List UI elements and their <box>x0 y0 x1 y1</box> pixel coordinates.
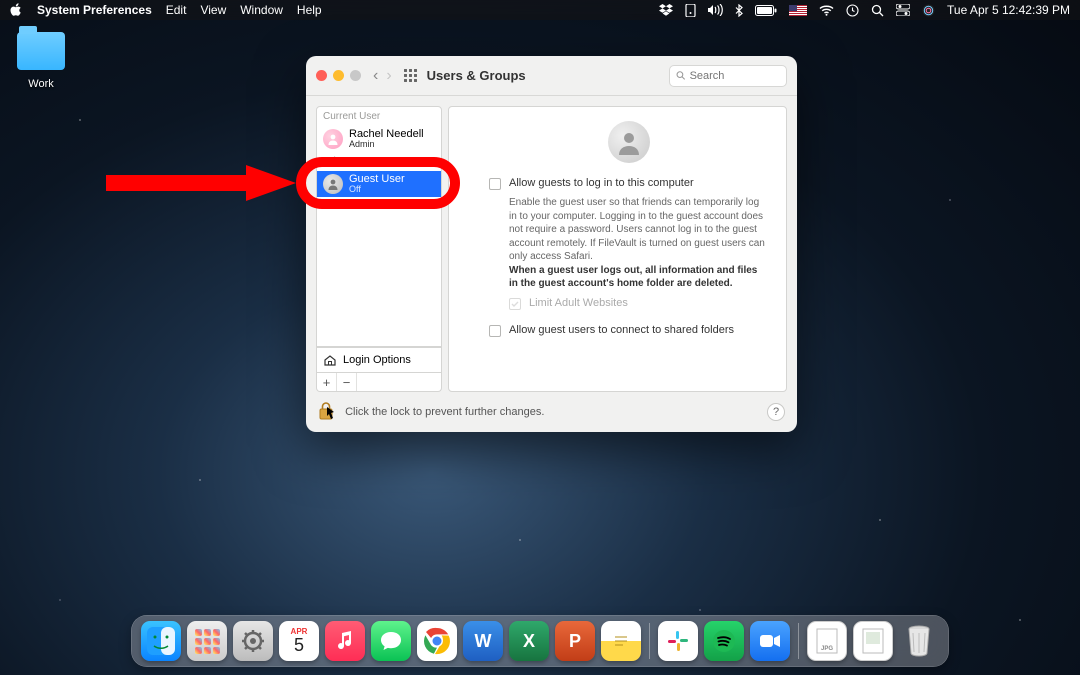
dock-app-launchpad[interactable] <box>187 621 227 661</box>
zoom-window-button[interactable] <box>350 70 361 81</box>
input-source-flag-icon[interactable] <box>789 5 807 16</box>
annotation-arrow-icon <box>106 165 296 201</box>
dock-app-notes[interactable] <box>601 621 641 661</box>
wifi-icon[interactable] <box>819 5 834 16</box>
dock-trash[interactable] <box>899 621 939 661</box>
dock-app-slack[interactable] <box>658 621 698 661</box>
dock-file-2[interactable] <box>853 621 893 661</box>
close-window-button[interactable] <box>316 70 327 81</box>
dock-app-word[interactable]: W <box>463 621 503 661</box>
remove-user-button[interactable]: − <box>337 373 357 391</box>
menubar-clock[interactable]: Tue Apr 5 12:42:39 PM <box>947 3 1070 17</box>
traffic-lights <box>316 70 361 81</box>
current-user-row[interactable]: Rachel Needell Admin <box>317 126 441 152</box>
dropbox-icon[interactable] <box>659 4 673 16</box>
add-remove-user-controls: + − <box>316 373 442 392</box>
search-field[interactable] <box>669 65 787 87</box>
limit-adult-websites-checkbox <box>509 298 521 310</box>
window-toolbar: ‹ › Users & Groups <box>306 56 797 96</box>
dock-app-excel[interactable]: X <box>509 621 549 661</box>
menubar-menu-view[interactable]: View <box>200 3 226 17</box>
window-title: Users & Groups <box>427 68 526 83</box>
dock-separator <box>798 623 799 659</box>
dock-app-messages[interactable] <box>371 621 411 661</box>
menubar-menu-window[interactable]: Window <box>240 3 283 17</box>
add-user-button[interactable]: + <box>317 373 337 391</box>
spotlight-icon[interactable] <box>871 4 884 17</box>
menubar: System Preferences Edit View Window Help… <box>0 0 1080 20</box>
forward-button[interactable]: › <box>384 67 393 85</box>
search-input[interactable] <box>690 70 780 82</box>
calendar-day: 5 <box>294 636 304 654</box>
bluetooth-icon[interactable] <box>735 4 743 17</box>
backup-icon[interactable] <box>685 4 696 17</box>
guest-large-avatar-icon <box>608 121 650 163</box>
dock-app-chrome[interactable] <box>417 621 457 661</box>
dock: APR 5 W X P JPG <box>131 615 949 667</box>
dock-app-music[interactable] <box>325 621 365 661</box>
minimize-window-button[interactable] <box>333 70 344 81</box>
menubar-menu-edit[interactable]: Edit <box>166 3 187 17</box>
guest-help-text: Enable the guest user so that friends ca… <box>509 196 768 291</box>
guest-avatar-icon <box>323 174 343 194</box>
guest-user-status: Off <box>349 185 405 195</box>
current-user-role: Admin <box>349 140 424 150</box>
control-center-icon[interactable] <box>896 4 910 16</box>
dock-file-1[interactable]: JPG <box>807 621 847 661</box>
search-icon <box>676 70 686 81</box>
dock-app-spotify[interactable] <box>704 621 744 661</box>
lock-bar: Click the lock to prevent further change… <box>306 392 797 432</box>
desktop-folder-work[interactable]: Work <box>12 32 70 92</box>
volume-icon[interactable] <box>708 4 723 16</box>
timemachine-icon[interactable] <box>846 4 859 17</box>
guest-user-detail-pane: Allow guests to log in to this computer … <box>448 106 787 392</box>
allow-guest-login-label: Allow guests to log in to this computer <box>509 177 694 189</box>
allow-shared-folders-label: Allow guest users to connect to shared f… <box>509 324 734 336</box>
dock-app-zoom[interactable] <box>750 621 790 661</box>
dock-app-powerpoint[interactable]: P <box>555 621 595 661</box>
user-avatar-icon <box>323 129 343 149</box>
users-sidebar: Current User Rachel Needell Admin Other … <box>316 106 442 392</box>
svg-text:JPG: JPG <box>821 646 833 652</box>
other-users-header: Other Users <box>317 152 441 171</box>
desktop-folder-label: Work <box>28 78 53 90</box>
house-icon <box>323 353 337 367</box>
allow-shared-folders-checkbox[interactable] <box>489 325 501 337</box>
login-options-label: Login Options <box>343 354 411 366</box>
guest-user-row[interactable]: Guest User Off <box>317 171 441 197</box>
apple-menu-icon[interactable] <box>10 3 23 17</box>
dock-app-system-preferences[interactable] <box>233 621 273 661</box>
battery-icon[interactable] <box>755 5 777 16</box>
current-user-header: Current User <box>317 107 441 126</box>
show-all-prefs-button[interactable] <box>404 69 417 82</box>
folder-icon <box>17 32 65 70</box>
help-button[interactable]: ? <box>767 403 785 421</box>
lock-text: Click the lock to prevent further change… <box>345 406 544 418</box>
dock-app-calendar[interactable]: APR 5 <box>279 621 319 661</box>
nav-buttons: ‹ › <box>371 67 394 85</box>
menubar-app-name[interactable]: System Preferences <box>37 3 152 17</box>
allow-guest-login-checkbox[interactable] <box>489 178 501 190</box>
login-options-row[interactable]: Login Options <box>316 347 442 373</box>
back-button[interactable]: ‹ <box>371 67 380 85</box>
siri-icon[interactable] <box>922 4 935 17</box>
dock-separator <box>649 623 650 659</box>
limit-adult-websites-label: Limit Adult Websites <box>529 297 628 309</box>
system-preferences-window: ‹ › Users & Groups Current User Rachel N… <box>306 56 797 432</box>
lock-icon[interactable] <box>318 401 337 424</box>
dock-app-finder[interactable] <box>141 621 181 661</box>
menubar-menu-help[interactable]: Help <box>297 3 322 17</box>
